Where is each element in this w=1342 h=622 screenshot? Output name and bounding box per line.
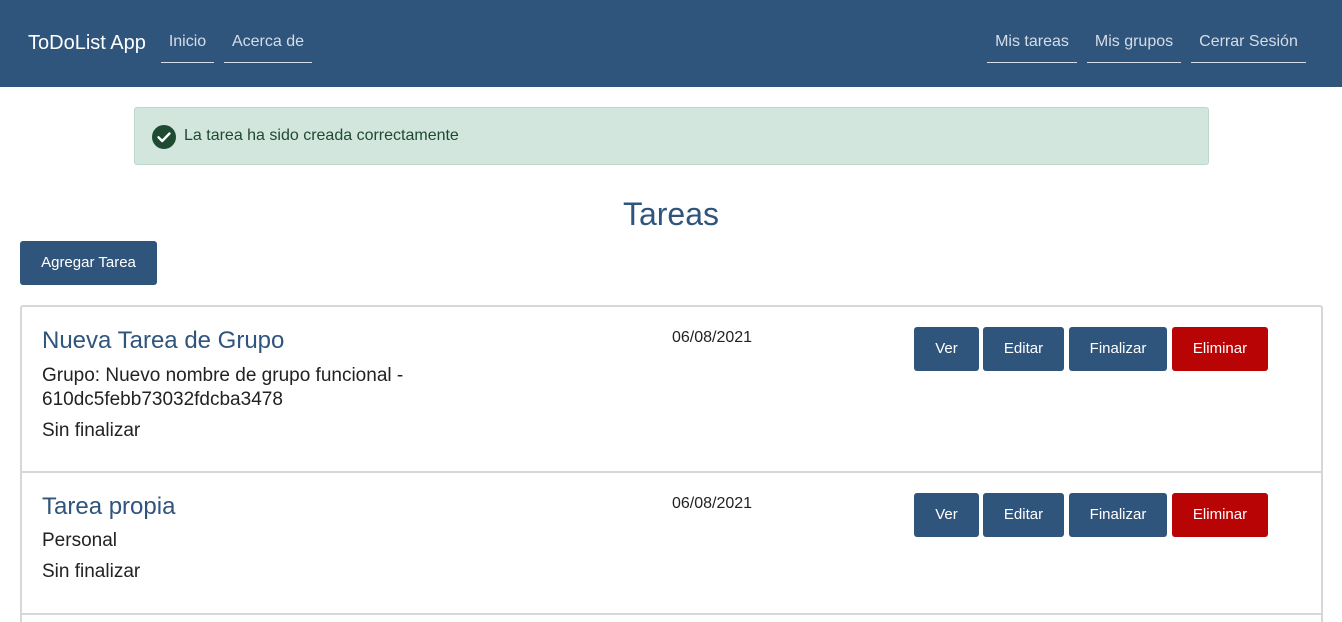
delete-task-button[interactable]: Eliminar xyxy=(1172,327,1268,371)
finish-task-button[interactable]: Finalizar xyxy=(1069,493,1167,537)
task-item: Nueva Tarea de Grupo Grupo: Nuevo nombre… xyxy=(22,307,1321,473)
nav-link-mis-grupos[interactable]: Mis grupos xyxy=(1087,33,1181,63)
task-list: Nueva Tarea de Grupo Grupo: Nuevo nombre… xyxy=(20,305,1323,622)
view-task-button[interactable]: Ver xyxy=(914,327,979,371)
nav-link-inicio[interactable]: Inicio xyxy=(161,33,214,63)
page-title: Tareas xyxy=(622,196,720,232)
task-item: Tarea propia Personal Sin finalizar 06/0… xyxy=(22,473,1321,615)
finish-task-button[interactable]: Finalizar xyxy=(1069,327,1167,371)
task-title[interactable]: Tarea propia xyxy=(42,493,175,521)
view-task-button[interactable]: Ver xyxy=(914,493,979,537)
alert-message: La tarea ha sido creada correctamente xyxy=(184,127,459,144)
edit-task-button[interactable]: Editar xyxy=(983,493,1064,537)
brand-logo-text[interactable]: ToDoList App xyxy=(28,32,146,55)
task-status: Sin finalizar xyxy=(42,561,141,582)
add-task-button[interactable]: Agregar Tarea xyxy=(20,241,157,285)
nav-link-mis-tareas[interactable]: Mis tareas xyxy=(987,33,1077,63)
nav-link-acerca-de[interactable]: Acerca de xyxy=(224,33,312,63)
check-circle-icon xyxy=(152,125,176,149)
task-group: Personal xyxy=(42,530,117,551)
edit-task-button[interactable]: Editar xyxy=(983,327,1064,371)
nav-link-cerrar-sesion[interactable]: Cerrar Sesión xyxy=(1191,33,1306,63)
task-title[interactable]: Nueva Tarea de Grupo xyxy=(42,327,284,355)
task-group: Grupo: Nuevo nombre de grupo funcional -… xyxy=(42,365,404,410)
task-status: Sin finalizar xyxy=(42,420,141,441)
delete-task-button[interactable]: Eliminar xyxy=(1172,493,1268,537)
task-date: 06/08/2021 xyxy=(672,329,753,346)
navbar: ToDoList App Inicio Acerca de Mis tareas… xyxy=(0,0,1342,87)
success-alert: La tarea ha sido creada correctamente xyxy=(134,107,1209,165)
task-date: 06/08/2021 xyxy=(672,495,753,512)
